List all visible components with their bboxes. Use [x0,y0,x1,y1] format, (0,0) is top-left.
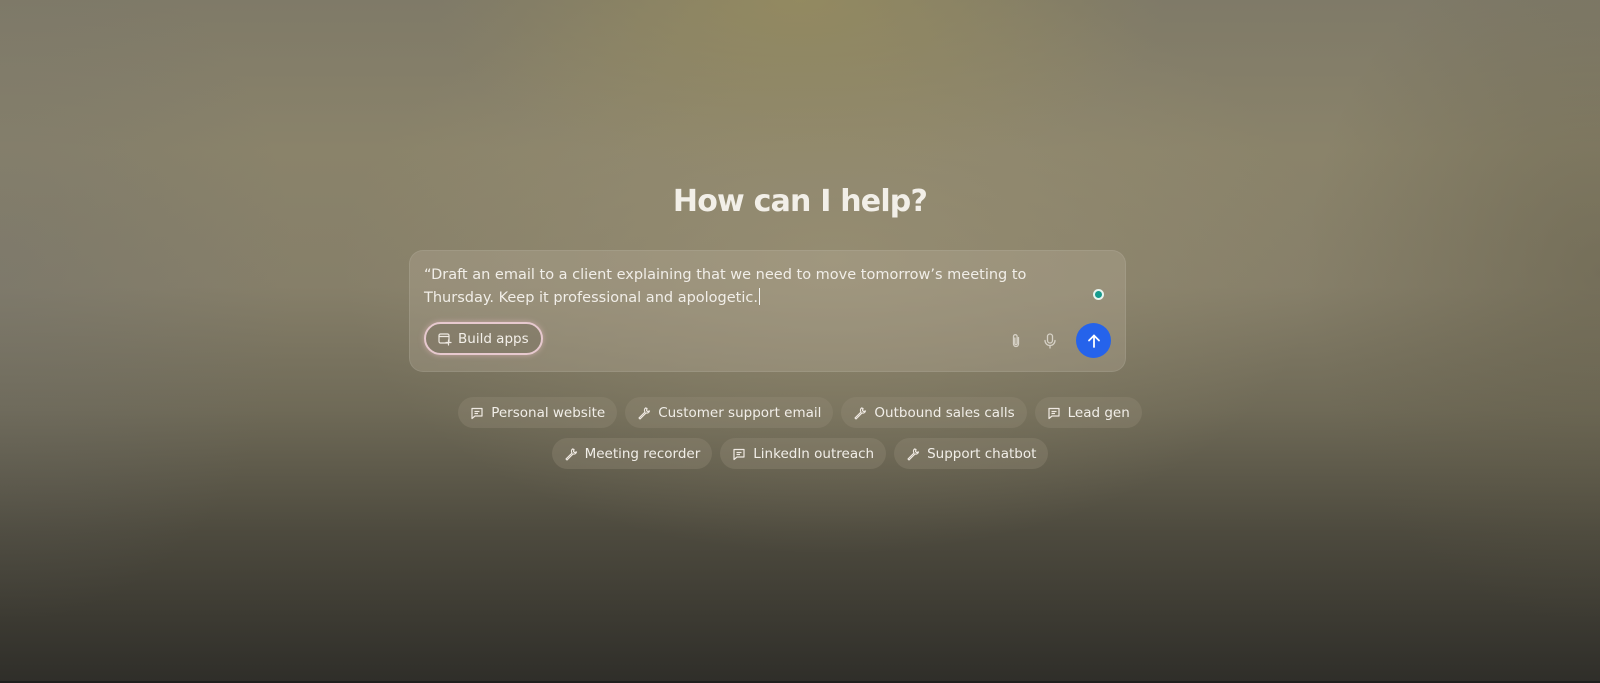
suggestion-lead-gen[interactable]: Lead gen [1034,397,1142,428]
suggestion-label: Personal website [491,404,606,421]
suggestion-label: Meeting recorder [584,445,701,462]
suggestions-row-1: Personal website Customer support email … [0,397,1600,428]
suggestion-label: Support chatbot [927,445,1037,462]
suggestion-label: LinkedIn outreach [753,445,875,462]
prompt-text: “Draft an email to a client explaining t… [424,267,1027,306]
app-builder-icon [438,332,452,346]
wrench-icon [906,447,920,461]
suggestion-personal-website[interactable]: Personal website [458,397,618,428]
attach-button[interactable] [1005,330,1027,352]
suggestion-label: Customer support email [658,404,822,421]
suggestion-label: Outbound sales calls [874,404,1015,421]
wrench-icon [637,406,651,420]
chat-icon [1047,406,1061,420]
suggestion-support-chatbot[interactable]: Support chatbot [894,438,1049,469]
build-apps-label: Build apps [458,330,529,347]
prompt-card: “Draft an email to a client explaining t… [409,250,1126,372]
wrench-icon [564,447,578,461]
suggestions-row-2: Meeting recorder LinkedIn outreach Suppo… [0,438,1600,469]
wrench-icon [853,406,867,420]
grammar-indicator-icon[interactable] [1093,289,1104,300]
send-button[interactable] [1076,323,1111,358]
suggestion-label: Lead gen [1067,404,1130,421]
paperclip-icon [1007,332,1025,350]
main-area: How can I help? “Draft an email to a cli… [0,0,1600,683]
text-caret [758,288,760,305]
suggestion-customer-support-email[interactable]: Customer support email [625,397,834,428]
suggestion-meeting-recorder[interactable]: Meeting recorder [551,438,713,469]
chat-icon [732,447,746,461]
arrow-up-icon [1086,333,1102,349]
microphone-button[interactable] [1039,330,1061,352]
microphone-icon [1041,332,1059,350]
chat-icon [470,406,484,420]
suggestion-outbound-sales-calls[interactable]: Outbound sales calls [841,397,1027,428]
page-title: How can I help? [672,184,928,219]
build-apps-button[interactable]: Build apps [424,322,543,355]
suggestion-linkedin-outreach[interactable]: LinkedIn outreach [720,438,887,469]
prompt-input[interactable]: “Draft an email to a client explaining t… [424,264,1094,310]
